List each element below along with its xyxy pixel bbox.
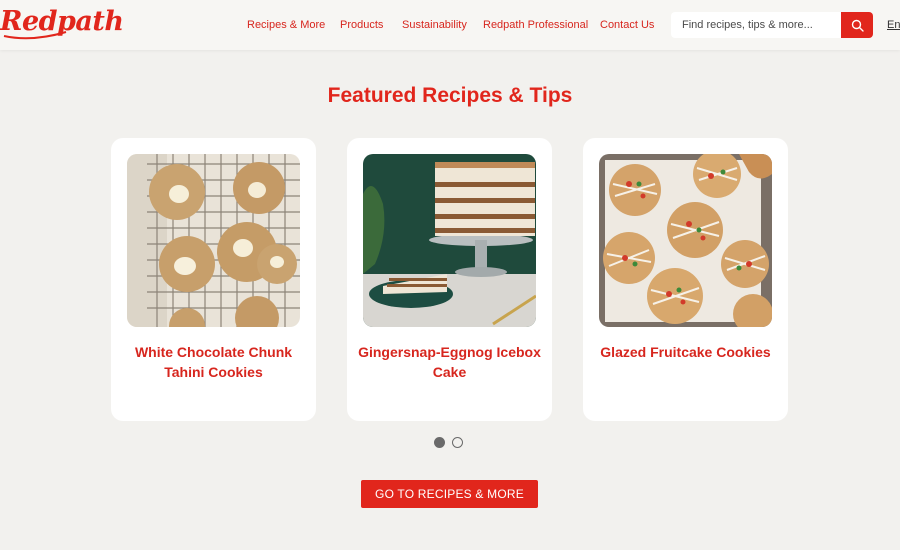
recipe-card[interactable]: Gingersnap-Eggnog Icebox Cake bbox=[347, 138, 552, 421]
site-header: Redpath Recipes & More Products Sustaina… bbox=[0, 0, 900, 50]
logo-swoosh-icon bbox=[3, 31, 67, 40]
search-button[interactable] bbox=[841, 12, 873, 38]
card-title[interactable]: Gingersnap-Eggnog Icebox Cake bbox=[357, 342, 542, 382]
nav-products[interactable]: Products bbox=[340, 19, 383, 31]
recipe-image-icebox-cake[interactable] bbox=[363, 154, 536, 327]
section-title: Featured Recipes & Tips bbox=[327, 84, 573, 107]
recipe-image-tahini-cookies[interactable] bbox=[127, 154, 300, 327]
card-title[interactable]: Glazed Fruitcake Cookies bbox=[593, 342, 778, 362]
language-switch[interactable]: En bbox=[887, 19, 900, 31]
carousel-dot-2[interactable] bbox=[452, 437, 463, 448]
search-icon bbox=[851, 19, 864, 32]
recipe-card[interactable]: White Chocolate Chunk Tahini Cookies bbox=[111, 138, 316, 421]
carousel-dot-1[interactable] bbox=[434, 437, 445, 448]
card-title[interactable]: White Chocolate Chunk Tahini Cookies bbox=[121, 342, 306, 382]
nav-redpath-professional[interactable]: Redpath Professional bbox=[483, 19, 588, 31]
go-to-recipes-button[interactable]: GO TO RECIPES & MORE bbox=[361, 480, 538, 508]
search-input[interactable] bbox=[671, 12, 841, 38]
recipe-image-fruitcake-cookies[interactable] bbox=[599, 154, 772, 327]
recipe-card[interactable]: Glazed Fruitcake Cookies bbox=[583, 138, 788, 421]
search-box bbox=[671, 12, 841, 38]
nav-recipes-more[interactable]: Recipes & More bbox=[247, 19, 325, 31]
nav-contact-us[interactable]: Contact Us bbox=[600, 19, 654, 31]
nav-sustainability[interactable]: Sustainability bbox=[402, 19, 467, 31]
